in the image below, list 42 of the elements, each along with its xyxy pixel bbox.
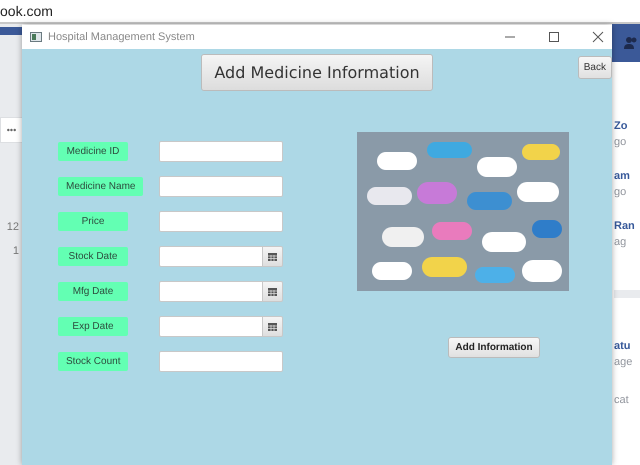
meta-text: ag [614,236,628,248]
meta-text: cat [614,394,630,406]
calendar-button[interactable] [262,316,283,337]
add-information-button[interactable]: Add Information [448,337,540,358]
calendar-button[interactable] [262,246,283,267]
count-text: 12 [6,221,20,233]
calendar-button[interactable] [262,281,283,302]
app-icon [30,32,42,42]
maximize-icon[interactable] [548,31,560,43]
name-link[interactable]: am [614,170,640,182]
field-label: Medicine ID [58,142,128,161]
input-field[interactable] [159,176,283,197]
field-label: Exp Date [58,317,128,336]
calendar-icon [268,288,277,296]
input-field[interactable] [159,141,283,162]
field-label: Medicine Name [58,177,144,196]
field-label: Mfg Date [58,282,128,301]
field-label: Price [58,212,128,231]
date-field[interactable] [159,281,262,302]
field-label: Stock Count [58,352,128,371]
more-button[interactable]: ••• [0,117,22,143]
date-field[interactable] [159,246,262,267]
back-button[interactable]: Back [578,56,612,79]
name-link[interactable]: Ran [614,220,640,232]
header-bar [0,27,22,35]
input-field[interactable] [159,351,283,372]
field-label: Stock Date [58,247,128,266]
date-field[interactable] [159,316,262,337]
heading-button[interactable]: Add Medicine Information [201,54,433,91]
meta-text: go [614,186,628,198]
name-link[interactable]: Zo [614,120,640,132]
input-field[interactable] [159,211,283,232]
close-icon[interactable] [592,31,604,43]
calendar-icon [268,252,277,260]
window-title: Hospital Management System [48,31,195,43]
people-icon[interactable] [624,36,638,50]
meta-text: age [614,356,634,368]
count-text: 1 [12,245,20,257]
meta-text: go [614,136,628,148]
name-link[interactable]: atu [614,340,640,352]
calendar-icon [268,322,277,330]
address-text: ook.com [0,3,53,19]
